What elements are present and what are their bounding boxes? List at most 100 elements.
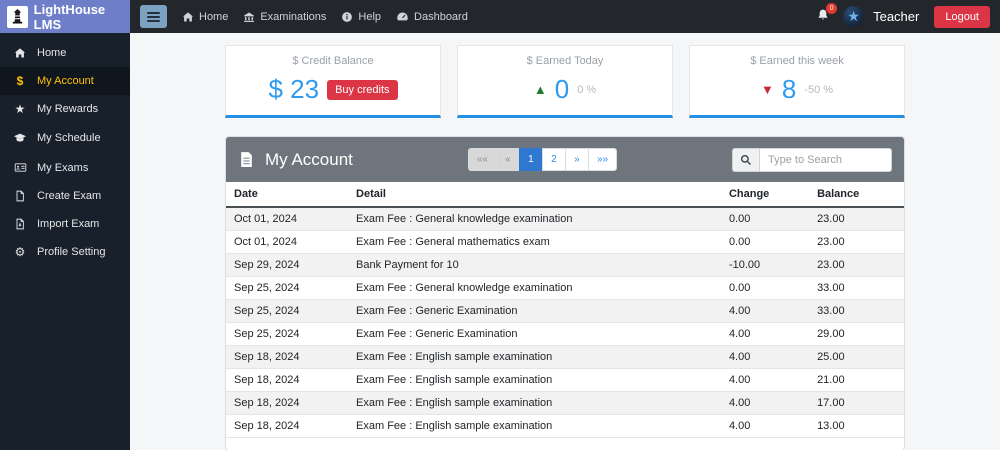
notification-badge: 0 <box>826 3 837 14</box>
lighthouse-logo-icon <box>7 6 28 28</box>
pagination-page-2-button[interactable]: 2 <box>542 148 566 171</box>
nav-label: Examinations <box>260 11 326 23</box>
home-icon <box>182 11 194 23</box>
pagination-page-1-button[interactable]: 1 <box>519 148 543 171</box>
dashboard-icon <box>396 10 409 23</box>
sidebar-item-profile-setting[interactable]: ⚙Profile Setting <box>0 238 130 266</box>
table-cell: Exam Fee : Generic Examination <box>348 300 721 323</box>
table-row: Oct 01, 2024Exam Fee : General mathemati… <box>226 231 904 254</box>
table-cell: Exam Fee : General knowledge examination <box>348 207 721 231</box>
card-value: 8 <box>782 74 796 105</box>
sidebar-item-create-exam[interactable]: Create Exam <box>0 182 130 210</box>
search-group <box>732 148 892 172</box>
table-row: Sep 25, 2024Exam Fee : Generic Examinati… <box>226 300 904 323</box>
table-cell: 4.00 <box>721 300 809 323</box>
table-cell: 17.00 <box>809 392 904 415</box>
sidebar-item-home[interactable]: Home <box>0 39 130 67</box>
table-cell: 23.00 <box>809 231 904 254</box>
sidebar-item-label: My Schedule <box>37 132 101 144</box>
nav-label: Help <box>358 11 381 23</box>
file-icon <box>13 190 27 202</box>
table-row: Sep 18, 2024Exam Fee : English sample ex… <box>226 415 904 438</box>
card-value: 0 <box>555 74 569 105</box>
trend-down-icon: ▼ <box>761 83 774 96</box>
pagination-next-button[interactable]: » <box>565 148 589 171</box>
table-row: Sep 18, 2024Exam Fee : English sample ex… <box>226 392 904 415</box>
pagination-first-button[interactable]: «« <box>468 148 497 171</box>
table-header-row: DateDetailChangeBalance <box>226 182 904 207</box>
sidebar-item-my-rewards[interactable]: ★My Rewards <box>0 95 130 123</box>
table-cell: -10.00 <box>721 254 809 277</box>
nav-item-home[interactable]: Home <box>182 10 228 23</box>
table-cell: 4.00 <box>721 346 809 369</box>
table-cell: 4.00 <box>721 323 809 346</box>
sidebar-item-my-account[interactable]: $ My Account <box>0 67 130 95</box>
table-cell: 0.00 <box>721 231 809 254</box>
table-cell: 4.00 <box>721 392 809 415</box>
table-cell: 0.00 <box>721 277 809 300</box>
sidebar-item-label: My Exams <box>37 162 88 174</box>
nav-label: Dashboard <box>414 11 468 23</box>
panel-header: My Account «««12»»» <box>226 137 904 182</box>
card-title: $ Earned this week <box>690 55 904 67</box>
table-cell: Exam Fee : English sample examination <box>348 392 721 415</box>
info-icon <box>341 11 353 23</box>
table-cell: Sep 25, 2024 <box>226 277 348 300</box>
pagination-prev-button[interactable]: « <box>496 148 520 171</box>
summary-cards: $ Credit Balance$ 23Buy credits $ Earned … <box>225 45 905 118</box>
home-icon <box>13 47 27 59</box>
sidebar-item-my-schedule[interactable]: My Schedule <box>0 123 130 153</box>
sidebar-item-import-exam[interactable]: Import Exam <box>0 210 130 238</box>
sidebar-toggle-button[interactable] <box>140 5 167 28</box>
table-row: Sep 18, 2024Exam Fee : English sample ex… <box>226 346 904 369</box>
panel-footer <box>226 437 904 450</box>
logout-button[interactable]: Logout <box>934 6 990 28</box>
notifications-button[interactable]: 0 <box>816 8 830 25</box>
table-cell: 0.00 <box>721 207 809 231</box>
table-cell: 4.00 <box>721 415 809 438</box>
table-cell: Sep 18, 2024 <box>226 346 348 369</box>
main-content: $ Credit Balance$ 23Buy credits $ Earned … <box>130 33 1000 450</box>
my-account-panel: My Account «««12»»» DateDetailChangeBala… <box>225 136 905 450</box>
nav-item-examinations[interactable]: Examinations <box>243 10 326 23</box>
top-navbar: HomeExaminationsHelpDashboard 0 ★ Teache… <box>130 0 1000 33</box>
credit-balance-card: $ Credit Balance$ 23Buy credits <box>225 45 441 118</box>
column-header-date: Date <box>226 182 348 207</box>
table-cell: 33.00 <box>809 300 904 323</box>
sidebar-item-my-exams[interactable]: My Exams <box>0 153 130 182</box>
buy-credits-button[interactable]: Buy credits <box>327 80 397 100</box>
gear-icon: ⚙ <box>13 246 27 258</box>
brand-logo-block: LightHouse LMS <box>0 0 130 33</box>
nav-label: Home <box>199 11 228 23</box>
table-cell: 29.00 <box>809 323 904 346</box>
sidebar-item-label: Import Exam <box>37 218 99 230</box>
search-input[interactable] <box>759 148 892 172</box>
id-card-icon <box>13 161 27 174</box>
table-cell: 25.00 <box>809 346 904 369</box>
nav-item-dashboard[interactable]: Dashboard <box>396 10 468 23</box>
nav-item-help[interactable]: Help <box>341 10 381 23</box>
table-cell: Exam Fee : English sample examination <box>348 346 721 369</box>
card-title: $ Earned Today <box>458 55 672 67</box>
table-cell: Exam Fee : Generic Examination <box>348 323 721 346</box>
table-row: Sep 25, 2024Exam Fee : Generic Examinati… <box>226 323 904 346</box>
trend-up-icon: ▲ <box>534 83 547 96</box>
sidebar-item-label: My Rewards <box>37 103 98 115</box>
building-icon <box>243 11 255 23</box>
table-cell: Oct 01, 2024 <box>226 207 348 231</box>
search-icon <box>732 148 759 172</box>
dollar-icon: $ <box>13 75 27 87</box>
avatar[interactable]: ★ <box>843 6 864 27</box>
sidebar-item-label: My Account <box>37 75 94 87</box>
table-cell: 23.00 <box>809 254 904 277</box>
account-table: DateDetailChangeBalance Oct 01, 2024Exam… <box>226 182 904 437</box>
table-row: Sep 29, 2024Bank Payment for 10-10.0023.… <box>226 254 904 277</box>
card-percent: -50 % <box>804 84 833 96</box>
table-cell: Sep 18, 2024 <box>226 392 348 415</box>
pagination-last-button[interactable]: »» <box>588 148 617 171</box>
document-icon <box>238 151 255 168</box>
star-avatar-icon: ★ <box>847 8 860 25</box>
sidebar-item-label: Create Exam <box>37 190 101 202</box>
column-header-detail: Detail <box>348 182 721 207</box>
table-cell: Bank Payment for 10 <box>348 254 721 277</box>
